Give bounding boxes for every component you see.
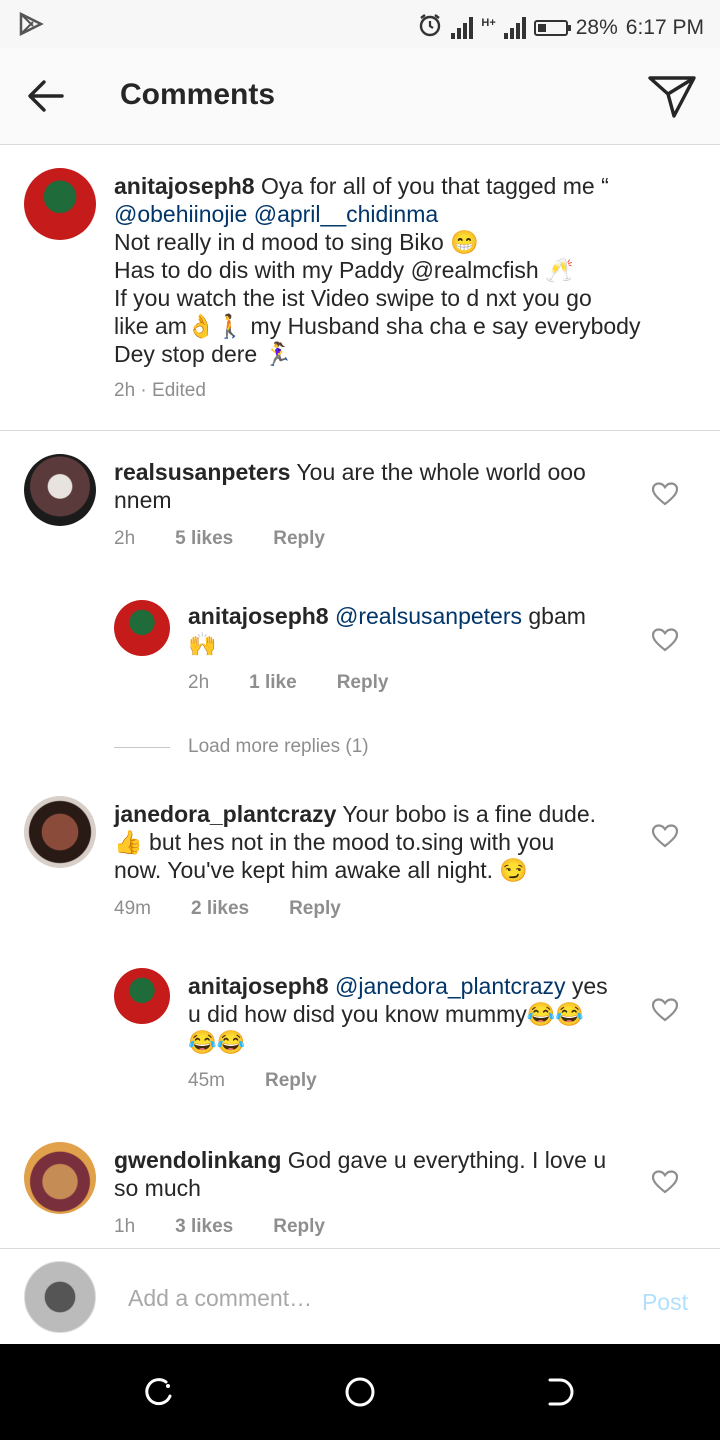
comment-text: gbam [522, 603, 586, 629]
comment-text-line-3: now. You've kept him awake all night. 😏 [114, 857, 529, 883]
comment-meta: 2h 5 likes Reply [114, 528, 325, 550]
comment-item: janedora_plantcrazy Your bobo is a fine … [0, 772, 720, 948]
comment-meta: 1h 3 likes Reply [114, 1216, 325, 1238]
comment-username[interactable]: realsusanpeters [114, 459, 290, 485]
mention-link[interactable]: @janedora_plantcrazy [335, 973, 565, 999]
comment-item: realsusanpeters You are the whole world … [0, 430, 720, 580]
heart-icon[interactable] [651, 628, 679, 652]
heart-icon[interactable] [651, 824, 679, 848]
reply-button[interactable]: Reply [265, 1070, 317, 1092]
comment-input[interactable]: Add a comment… [128, 1285, 312, 1312]
comment-item: gwendolinkang God gave u everything. I l… [0, 1118, 720, 1248]
back-icon[interactable] [544, 1376, 576, 1408]
signal-icon [451, 17, 474, 39]
likes-count[interactable]: 2 likes [191, 898, 249, 920]
reply-button[interactable]: Reply [273, 528, 325, 550]
caption-line-3: Not really in d mood to sing Biko 😁 [114, 229, 479, 255]
home-icon[interactable] [344, 1376, 376, 1408]
comment-time: 45m [188, 1070, 225, 1091]
avatar[interactable] [24, 168, 96, 240]
comment-time: 2h [188, 672, 210, 693]
caption-line-1: Oya for all of you that tagged me “ [261, 173, 609, 199]
play-store-icon [18, 11, 44, 41]
avatar[interactable] [24, 796, 96, 868]
back-arrow-icon[interactable] [26, 78, 66, 114]
post-button[interactable]: Post [642, 1289, 688, 1316]
comment-time: 49m [114, 898, 151, 919]
likes-count[interactable]: 3 likes [175, 1216, 233, 1238]
caption-meta: 2h · Edited [114, 380, 206, 402]
direct-message-icon[interactable] [646, 72, 698, 120]
comment-username[interactable]: gwendolinkang [114, 1147, 281, 1173]
comment-composer: Add a comment… Post [0, 1248, 720, 1345]
mention-link[interactable]: @realsusanpeters [335, 603, 522, 629]
comment-meta: 45m Reply [188, 1070, 317, 1092]
signal-icon-2 [503, 17, 526, 39]
comment-text-line-2: u did how disd you know mummy😂😂 [188, 1001, 585, 1027]
avatar[interactable] [114, 600, 170, 656]
comment-text-line-2: 👍 but hes not in the mood to.sing with y… [114, 829, 555, 855]
caption-timestamp: 2h · Edited [114, 380, 206, 401]
comment-text: Your bobo is a fine dude. [342, 801, 597, 827]
comment-text-line-3: 😂😂 [188, 1029, 246, 1055]
caption-line-4: Has to do dis with my Paddy @realmcfish … [114, 257, 574, 283]
battery-percent: 28% [575, 16, 618, 39]
app-bar: Comments [0, 48, 720, 145]
likes-count[interactable]: 5 likes [175, 528, 233, 550]
battery-icon [533, 20, 571, 36]
load-more-replies[interactable]: Load more replies (1) [114, 736, 369, 758]
network-type: H+ [481, 16, 496, 29]
comment-text: yes [565, 973, 608, 999]
reply-button[interactable]: Reply [273, 1216, 325, 1238]
comment-text: God gave u everything. I love u [287, 1147, 607, 1173]
avatar[interactable] [24, 1142, 96, 1214]
comment-username[interactable]: janedora_plantcrazy [114, 801, 336, 827]
page-title: Comments [120, 78, 276, 111]
alarm-icon [417, 12, 443, 44]
heart-icon[interactable] [651, 482, 679, 506]
caption-line-7: Dey stop dere 🏃‍♀️ [114, 341, 293, 367]
comment-username[interactable]: anitajoseph8 [188, 973, 329, 999]
comment-time: 2h [114, 528, 136, 549]
recents-icon[interactable] [144, 1376, 176, 1408]
reply-item: anitajoseph8 @realsusanpeters gbam 🙌 2h … [0, 580, 720, 720]
comment-text-line-2: 🙌 [188, 631, 217, 657]
caption: anitajoseph8 Oya for all of you that tag… [0, 144, 720, 430]
avatar[interactable] [24, 454, 96, 526]
load-more-label[interactable]: Load more replies (1) [188, 736, 369, 758]
comment-text-line-2: so much [114, 1175, 201, 1201]
caption-username[interactable]: anitajoseph8 [114, 173, 255, 199]
comment-meta: 49m 2 likes Reply [114, 898, 341, 920]
comment-text: You are the whole world ooo [296, 459, 586, 485]
comment-meta: 2h 1 like Reply [188, 672, 388, 694]
heart-icon[interactable] [651, 998, 679, 1022]
avatar [24, 1261, 96, 1333]
comment-time: 1h [114, 1216, 136, 1237]
comment-username[interactable]: anitajoseph8 [188, 603, 329, 629]
caption-mentions[interactable]: @obehiinojie @april__chidinma [114, 200, 674, 228]
caption-line-6: like am👌🚶 my Husband sha cha e say every… [114, 313, 641, 339]
likes-count[interactable]: 1 like [249, 672, 297, 694]
clock: 6:17 PM [625, 16, 704, 39]
avatar[interactable] [114, 968, 170, 1024]
reply-item: anitajoseph8 @janedora_plantcrazy yes u … [0, 950, 720, 1126]
reply-button[interactable]: Reply [289, 898, 341, 920]
heart-icon[interactable] [651, 1170, 679, 1194]
comment-text-line-2: nnem [114, 487, 172, 513]
caption-line-5: If you watch the ist Video swipe to d nx… [114, 285, 592, 311]
reply-button[interactable]: Reply [337, 672, 389, 694]
load-more-line [114, 746, 170, 748]
system-nav-bar [0, 1344, 720, 1440]
status-bar: H+ 28% 6:17 PM [0, 0, 720, 48]
